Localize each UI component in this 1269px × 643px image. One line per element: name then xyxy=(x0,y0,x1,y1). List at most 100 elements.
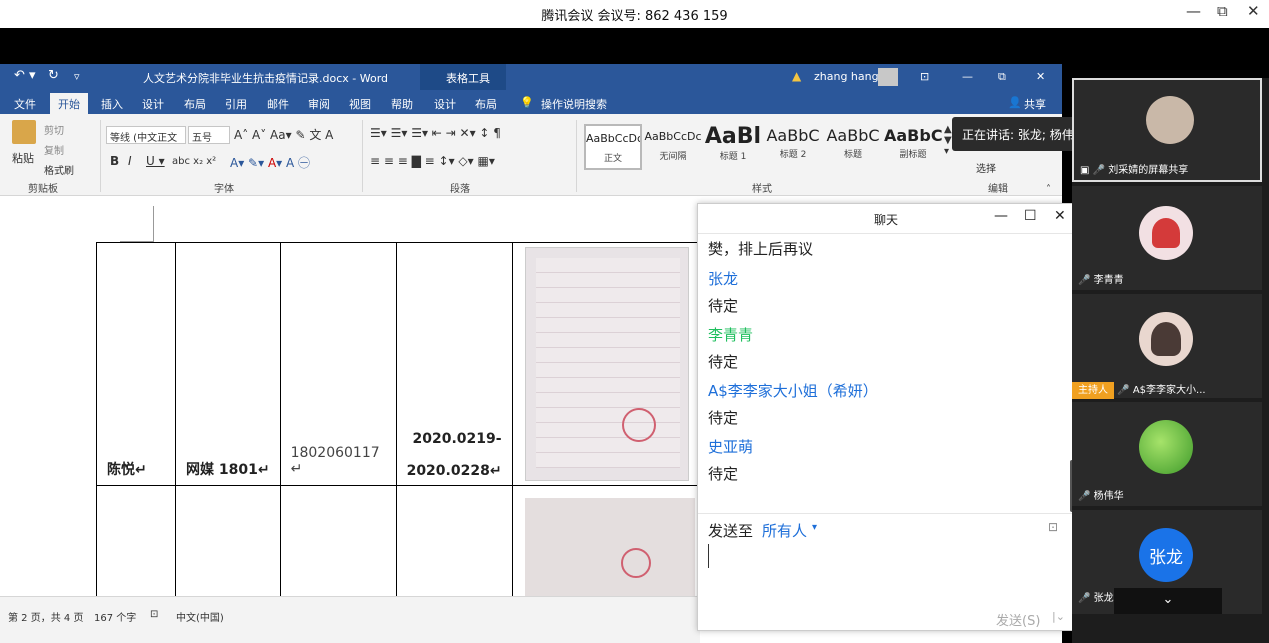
user-avatar[interactable] xyxy=(878,68,898,86)
tab-table-layout[interactable]: 布局 xyxy=(475,96,497,112)
chat-minimize-button[interactable]: — xyxy=(994,208,1008,224)
language[interactable]: 中文(中国) xyxy=(176,609,224,624)
style-heading-2[interactable]: AaBbC 标题 2 xyxy=(764,124,822,170)
chevron-down-icon[interactable]: ▾ xyxy=(812,522,817,533)
text-effects-icon[interactable]: A▾ ✎▾ A▾ A ㊀ xyxy=(230,154,310,171)
speaking-text: 正在讲话: 张龙; 杨伟华; xyxy=(962,128,1090,142)
chat-header: 聊天 — ☐ ✕ xyxy=(698,204,1074,234)
table-cell[interactable] xyxy=(395,485,513,596)
participant-tile[interactable]: 张龙 🎤 张龙 ⌄ xyxy=(1072,510,1262,614)
participant-tile[interactable]: 🎤 杨伟华 xyxy=(1072,402,1262,506)
chat-close-button[interactable]: ✕ xyxy=(1054,208,1066,224)
style-heading-1[interactable]: AaBl 标题 1 xyxy=(704,124,762,170)
italic-button[interactable]: I xyxy=(128,154,132,168)
style-name: 正文 xyxy=(603,154,622,164)
participant-tile[interactable]: ▣ 🎤 刘采婧的屏幕共享 xyxy=(1072,78,1262,182)
styles-scroll-icon[interactable]: ▲ ▼ ▾ xyxy=(944,124,952,157)
table-cell[interactable] xyxy=(511,485,713,596)
word-minimize-button[interactable]: — xyxy=(962,70,973,83)
word-title-bar: ↶ ▾ ↻ ▿ 人文艺术分院非毕业生抗击疫情记录.docx - Word 表格工… xyxy=(0,64,1062,90)
share-button[interactable]: 共享 xyxy=(1024,96,1046,112)
tab-review[interactable]: 审阅 xyxy=(308,96,330,112)
paste-icon[interactable] xyxy=(12,120,36,144)
tab-references[interactable]: 引用 xyxy=(225,96,247,112)
redo-icon[interactable]: ↻ xyxy=(48,68,59,83)
table-cell[interactable] xyxy=(511,242,713,486)
font-name-select[interactable]: 等线 (中文正文 xyxy=(106,126,186,144)
chat-message: 待定 xyxy=(708,297,739,315)
proofing-icon[interactable]: ⊡ xyxy=(150,609,158,620)
warning-icon[interactable]: ▲ xyxy=(792,69,801,83)
table-cell[interactable] xyxy=(175,485,281,596)
user-name[interactable]: zhang hang xyxy=(814,70,879,83)
avatar xyxy=(1146,96,1194,144)
screenshot-icon[interactable]: ⊡ xyxy=(1048,520,1058,534)
font-size-select[interactable]: 五号 xyxy=(188,126,230,144)
styles-group-label: 样式 xyxy=(752,184,772,195)
avatar-image xyxy=(1152,218,1180,248)
participant-name: A$李李家大小... xyxy=(1132,385,1206,396)
tab-design[interactable]: 设计 xyxy=(142,96,164,112)
chevron-down-icon[interactable]: ⌄ xyxy=(1114,588,1222,614)
select-button[interactable]: 选择 xyxy=(976,160,996,175)
divider xyxy=(100,120,101,192)
send-options-icon[interactable]: |⌄ xyxy=(1052,610,1065,623)
participant-tile[interactable]: 主持人 🎤 A$李李家大小... xyxy=(1072,294,1262,399)
style-name: 标题 xyxy=(843,150,862,160)
table-cell[interactable]: 陈悦↵ xyxy=(96,242,176,486)
participant-tile[interactable]: 🎤 李青青 xyxy=(1072,186,1262,290)
participant-label: 主持人 🎤 A$李李家大小... xyxy=(1072,381,1206,399)
tell-me-search[interactable]: 操作说明搜索 xyxy=(541,96,607,112)
table-cell[interactable]: 网媒 1801↵ xyxy=(175,242,281,486)
underline-button[interactable]: U ▾ xyxy=(146,154,165,168)
chat-maximize-button[interactable]: ☐ xyxy=(1024,208,1037,224)
grow-font-icon[interactable]: A˄ A˅ Aa▾ ✎ 文 A xyxy=(234,126,333,143)
style-subtitle[interactable]: AaBbC 副标题 xyxy=(884,124,942,170)
word-close-button[interactable]: ✕ xyxy=(1036,70,1045,83)
style-normal[interactable]: AaBbCcDc 正文 xyxy=(584,124,642,170)
tab-insert[interactable]: 插入 xyxy=(101,96,123,112)
style-preview: AaBl xyxy=(704,124,762,149)
bold-button[interactable]: B xyxy=(110,154,119,168)
close-button[interactable]: ✕ xyxy=(1247,2,1260,20)
red-seal-image xyxy=(620,548,651,578)
style-preview: AaBbC xyxy=(884,126,942,145)
student-id: 1802060117 xyxy=(290,445,380,461)
tab-mailings[interactable]: 邮件 xyxy=(267,96,289,112)
word-count[interactable]: 167 个字 xyxy=(94,609,136,624)
paste-button[interactable]: 粘贴 xyxy=(12,150,34,166)
table-cell[interactable] xyxy=(96,485,176,596)
strikethrough-icon[interactable]: abc x₂ x² xyxy=(172,156,216,167)
collapse-ribbon-icon[interactable]: ˄ xyxy=(1046,184,1051,195)
table-cell[interactable] xyxy=(279,485,397,596)
table-cell[interactable]: 1802060117 ↵ xyxy=(279,242,397,486)
align-icon[interactable]: ≡ ≡ ≡ ▇ ≡ ↕▾ ◇▾ ▦▾ xyxy=(370,154,495,168)
style-preview: AaBbC xyxy=(826,126,880,145)
tab-table-design[interactable]: 设计 xyxy=(434,96,456,112)
avatar xyxy=(1139,420,1193,474)
copy-button[interactable]: 复制 xyxy=(44,142,64,157)
send-to-select[interactable]: 所有人 xyxy=(762,520,807,541)
chat-input[interactable] xyxy=(708,544,709,568)
tab-file[interactable]: 文件 xyxy=(14,96,36,112)
tab-home[interactable]: 开始 xyxy=(50,93,88,114)
meeting-title-bar: 腾讯会议 会议号: 862 436 159 — ⧉ ✕ xyxy=(0,0,1269,28)
ribbon-display-icon[interactable]: ⊡ xyxy=(920,70,929,83)
page-count[interactable]: 第 2 页，共 4 页 xyxy=(8,609,83,624)
style-title[interactable]: AaBbC 标题 xyxy=(824,124,882,170)
undo-icon[interactable]: ↶ ▾ xyxy=(14,68,36,83)
tab-help[interactable]: 帮助 xyxy=(391,96,413,112)
minimize-button[interactable]: — xyxy=(1186,2,1201,20)
maximize-button[interactable]: ⧉ xyxy=(1217,2,1228,20)
document-title: 人文艺术分院非毕业生抗击疫情记录.docx - Word xyxy=(143,72,389,85)
bullets-icon[interactable]: ☰▾ ☰▾ ☰▾ ⇤ ⇥ ✕▾ ↕ ¶ xyxy=(370,126,501,140)
tab-view[interactable]: 视图 xyxy=(349,96,371,112)
format-painter-button[interactable]: 格式刷 xyxy=(44,162,74,177)
send-button[interactable]: 发送(S) xyxy=(996,610,1040,629)
customize-qat-icon[interactable]: ▿ xyxy=(74,70,80,83)
style-no-spacing[interactable]: AaBbCcDc 无间隔 xyxy=(644,124,702,170)
table-cell[interactable]: 2020.0219- 2020.0228↵ xyxy=(395,242,513,486)
word-restore-button[interactable]: ⧉ xyxy=(998,70,1006,84)
cut-button[interactable]: 剪切 xyxy=(44,122,64,137)
tab-layout[interactable]: 布局 xyxy=(184,96,206,112)
